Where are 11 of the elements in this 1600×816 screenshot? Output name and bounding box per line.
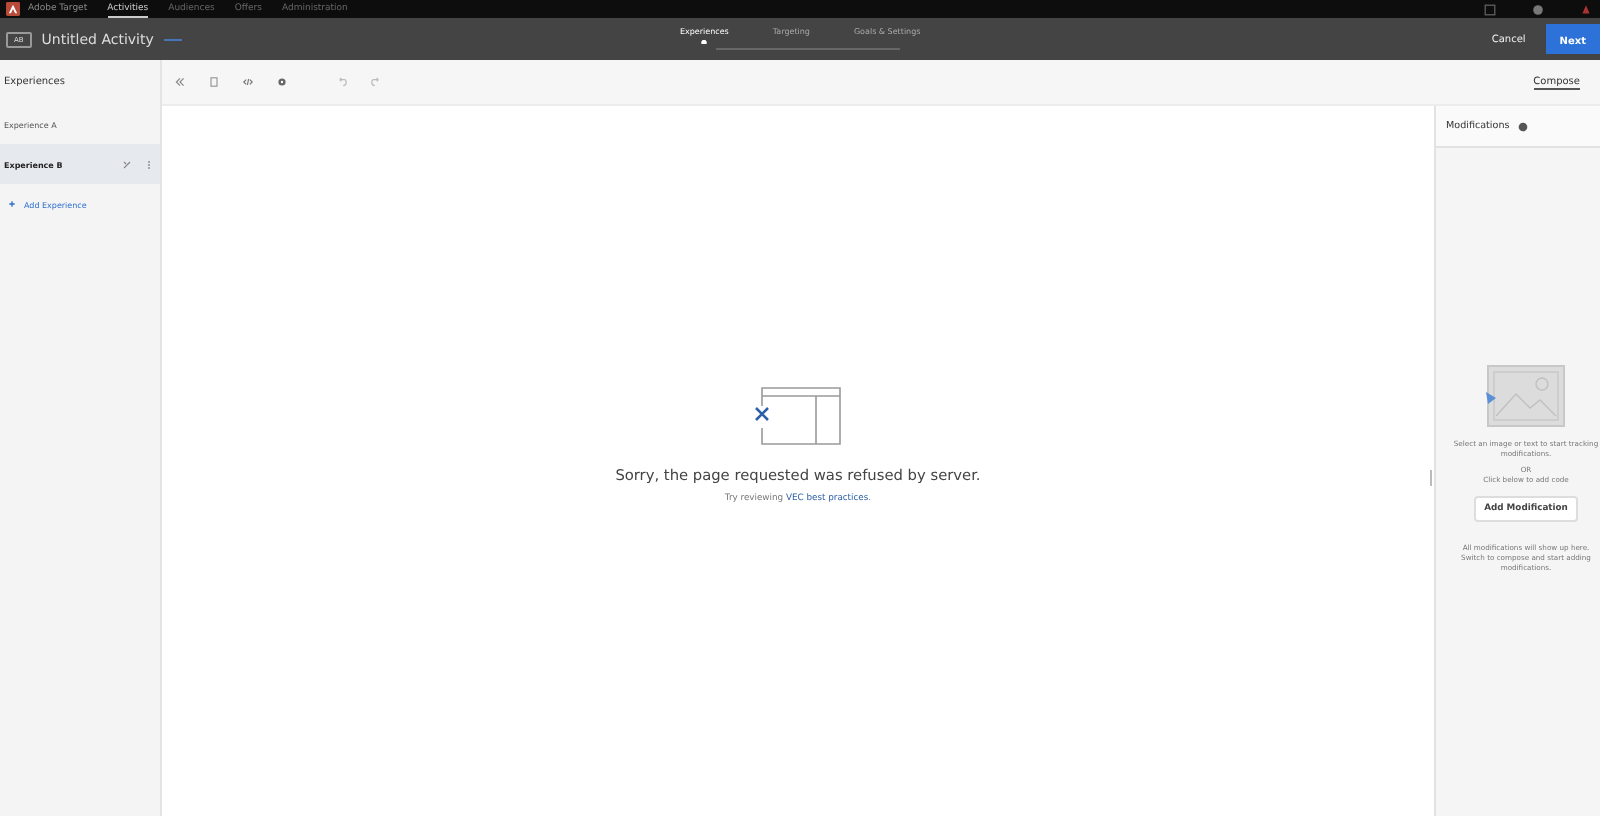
logo-icon	[6, 2, 20, 16]
broken-page-icon	[753, 386, 842, 446]
collapse-icon[interactable]	[174, 76, 186, 88]
panel-handle-icon[interactable]	[1428, 470, 1434, 486]
undo-icon[interactable]	[336, 76, 348, 88]
redo-icon[interactable]	[370, 76, 382, 88]
edit-icon[interactable]	[163, 35, 182, 43]
code-icon[interactable]	[242, 76, 254, 88]
image-placeholder-icon	[1486, 364, 1566, 428]
plus-icon	[8, 200, 16, 208]
document-icon[interactable]	[208, 76, 220, 88]
